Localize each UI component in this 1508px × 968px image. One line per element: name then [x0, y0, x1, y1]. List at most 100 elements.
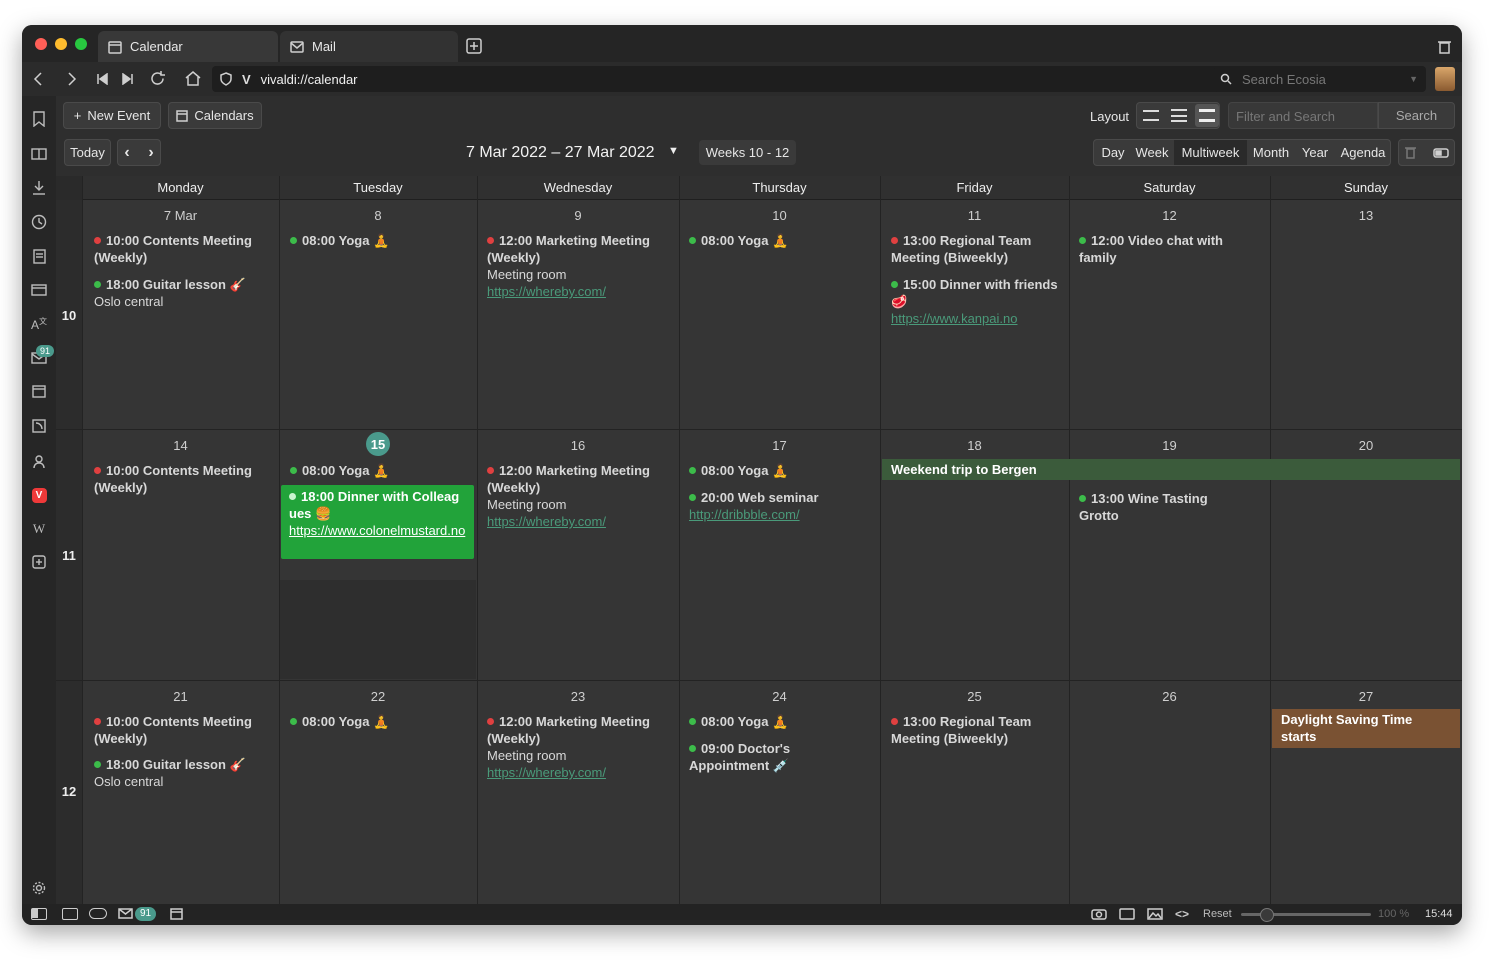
- date-label[interactable]: 22: [279, 689, 477, 704]
- wikipedia-icon[interactable]: W: [29, 519, 49, 539]
- event-item[interactable]: 15:00 Dinner with friends 🥩 https://www.k…: [891, 276, 1063, 327]
- tab-mail[interactable]: Mail: [280, 31, 458, 62]
- image-icon[interactable]: [1147, 908, 1163, 920]
- view-month[interactable]: Month: [1247, 140, 1295, 165]
- event-item[interactable]: 18:00 Guitar lesson 🎸 Oslo central: [94, 756, 274, 790]
- event-item[interactable]: 08:00 Yoga 🧘: [689, 462, 869, 479]
- date-label[interactable]: 16: [477, 438, 679, 453]
- previous-period-icon[interactable]: ‹: [124, 144, 129, 162]
- delete-event-icon[interactable]: [1404, 146, 1416, 159]
- event-item[interactable]: 12:00 Marketing Meeting (Weekly) Meeting …: [487, 232, 672, 300]
- view-agenda[interactable]: Agenda: [1335, 140, 1391, 165]
- tab-tiling-icon[interactable]: [62, 908, 78, 920]
- date-label[interactable]: 21: [82, 689, 279, 704]
- week-number[interactable]: 10: [56, 308, 82, 323]
- bookmarks-icon[interactable]: [29, 109, 49, 129]
- date-label[interactable]: 11: [880, 208, 1069, 223]
- date-label[interactable]: 19: [1069, 438, 1270, 453]
- sync-cloud-icon[interactable]: [89, 908, 107, 919]
- profile-avatar[interactable]: [1435, 67, 1455, 91]
- dropdown-icon[interactable]: ▼: [1409, 74, 1418, 84]
- zoom-slider-thumb[interactable]: [1260, 908, 1274, 922]
- date-range-title[interactable]: 7 Mar 2022 – 27 Mar 2022: [466, 144, 655, 162]
- date-label[interactable]: 23: [477, 689, 679, 704]
- event-item[interactable]: 08:00 Yoga 🧘: [290, 462, 470, 479]
- event-item[interactable]: 08:00 Yoga 🧘: [290, 232, 470, 249]
- layout-normal-icon[interactable]: [1171, 109, 1187, 122]
- event-item[interactable]: 08:00 Yoga 🧘: [689, 232, 869, 249]
- event-item[interactable]: 08:00 Yoga 🧘: [290, 713, 470, 730]
- date-label[interactable]: 8: [279, 208, 477, 223]
- holiday-event[interactable]: Daylight Saving Time starts: [1272, 709, 1460, 748]
- code-icon[interactable]: <>: [1175, 907, 1189, 921]
- rewind-icon[interactable]: [96, 73, 108, 85]
- week-number[interactable]: 12: [56, 784, 82, 799]
- camera-icon[interactable]: [1091, 908, 1107, 920]
- minimize-window-button[interactable]: [55, 38, 67, 50]
- layout-compact-icon[interactable]: [1143, 110, 1159, 121]
- toggle-panel-icon[interactable]: [1432, 147, 1449, 158]
- fast-forward-icon[interactable]: [122, 73, 134, 85]
- panel-toggle-icon[interactable]: [31, 908, 47, 920]
- view-multiweek[interactable]: Multiweek: [1174, 140, 1247, 165]
- calendar-status-icon[interactable]: [170, 908, 183, 920]
- event-item[interactable]: 08:00 Yoga 🧘: [689, 713, 869, 730]
- notes-icon[interactable]: [29, 246, 49, 266]
- event-item[interactable]: 12:00 Video chat with family: [1079, 232, 1259, 266]
- event-item[interactable]: 20:00 Web seminar http://dribbble.com/: [689, 489, 874, 523]
- event-item[interactable]: 12:00 Marketing Meeting (Weekly) Meeting …: [487, 713, 672, 781]
- search-button[interactable]: Search: [1378, 102, 1455, 129]
- translate-icon[interactable]: A文: [29, 314, 49, 334]
- date-label[interactable]: 24: [679, 689, 880, 704]
- event-item[interactable]: 13:00 Regional Team Meeting (Biweekly): [891, 713, 1063, 747]
- date-label[interactable]: 20: [1270, 438, 1462, 453]
- event-item[interactable]: 09:00 Doctor's Appointment 💉: [689, 740, 839, 774]
- today-button[interactable]: Today: [64, 139, 111, 166]
- date-label[interactable]: 26: [1069, 689, 1270, 704]
- history-icon[interactable]: [29, 212, 49, 232]
- calendar-panel-icon[interactable]: [29, 381, 49, 401]
- event-item[interactable]: 12:00 Marketing Meeting (Weekly) Meeting …: [487, 462, 672, 530]
- date-range-dropdown-icon[interactable]: ▼: [668, 145, 679, 157]
- back-icon[interactable]: [32, 71, 44, 87]
- settings-gear-icon[interactable]: [29, 878, 49, 898]
- event-item[interactable]: 10:00 Contents Meeting (Weekly): [94, 462, 274, 496]
- date-label[interactable]: 10: [679, 208, 880, 223]
- view-day[interactable]: Day: [1094, 140, 1132, 165]
- trash-icon[interactable]: [1438, 39, 1451, 54]
- zoom-window-button[interactable]: [75, 38, 87, 50]
- today-date-badge[interactable]: 15: [366, 432, 390, 456]
- new-tab-icon[interactable]: [466, 38, 482, 54]
- date-label[interactable]: 27: [1270, 689, 1462, 704]
- date-label[interactable]: 17: [679, 438, 880, 453]
- add-panel-icon[interactable]: [29, 552, 49, 572]
- forward-icon[interactable]: [66, 71, 78, 87]
- event-item[interactable]: 13:00 Wine Tasting Grotto: [1079, 490, 1259, 524]
- date-label[interactable]: 9: [477, 208, 679, 223]
- window-icon[interactable]: [1119, 908, 1135, 920]
- date-label[interactable]: 14: [82, 438, 279, 453]
- feeds-icon[interactable]: [29, 416, 49, 436]
- date-label[interactable]: 12: [1069, 208, 1270, 223]
- date-label[interactable]: 7 Mar: [82, 208, 279, 223]
- calendars-button[interactable]: Calendars: [168, 102, 262, 129]
- date-label[interactable]: 25: [880, 689, 1069, 704]
- next-period-icon[interactable]: ›: [148, 144, 153, 162]
- date-label[interactable]: 13: [1270, 208, 1462, 223]
- mail-status-icon[interactable]: [118, 908, 133, 919]
- vivaldi-icon[interactable]: V: [29, 485, 49, 505]
- event-item[interactable]: 10:00 Contents Meeting (Weekly): [94, 713, 274, 747]
- home-icon[interactable]: [184, 70, 202, 87]
- filter-search-input[interactable]: Filter and Search: [1228, 102, 1378, 129]
- view-week[interactable]: Week: [1132, 140, 1172, 165]
- event-item-highlighted[interactable]: 18:00 Dinner with Colleagues 🍔 https://ww…: [281, 485, 474, 559]
- search-field[interactable]: Search Ecosia ▼: [1214, 66, 1426, 92]
- layout-full-icon[interactable]: [1195, 104, 1219, 127]
- week-number[interactable]: 11: [56, 548, 82, 563]
- contacts-icon[interactable]: [29, 451, 49, 471]
- view-year[interactable]: Year: [1295, 140, 1335, 165]
- address-field[interactable]: V vivaldi://calendar ▼: [212, 66, 1234, 92]
- event-item[interactable]: 13:00 Regional Team Meeting (Biweekly): [891, 232, 1063, 266]
- event-item[interactable]: 10:00 Contents Meeting (Weekly): [94, 232, 274, 266]
- close-window-button[interactable]: [35, 38, 47, 50]
